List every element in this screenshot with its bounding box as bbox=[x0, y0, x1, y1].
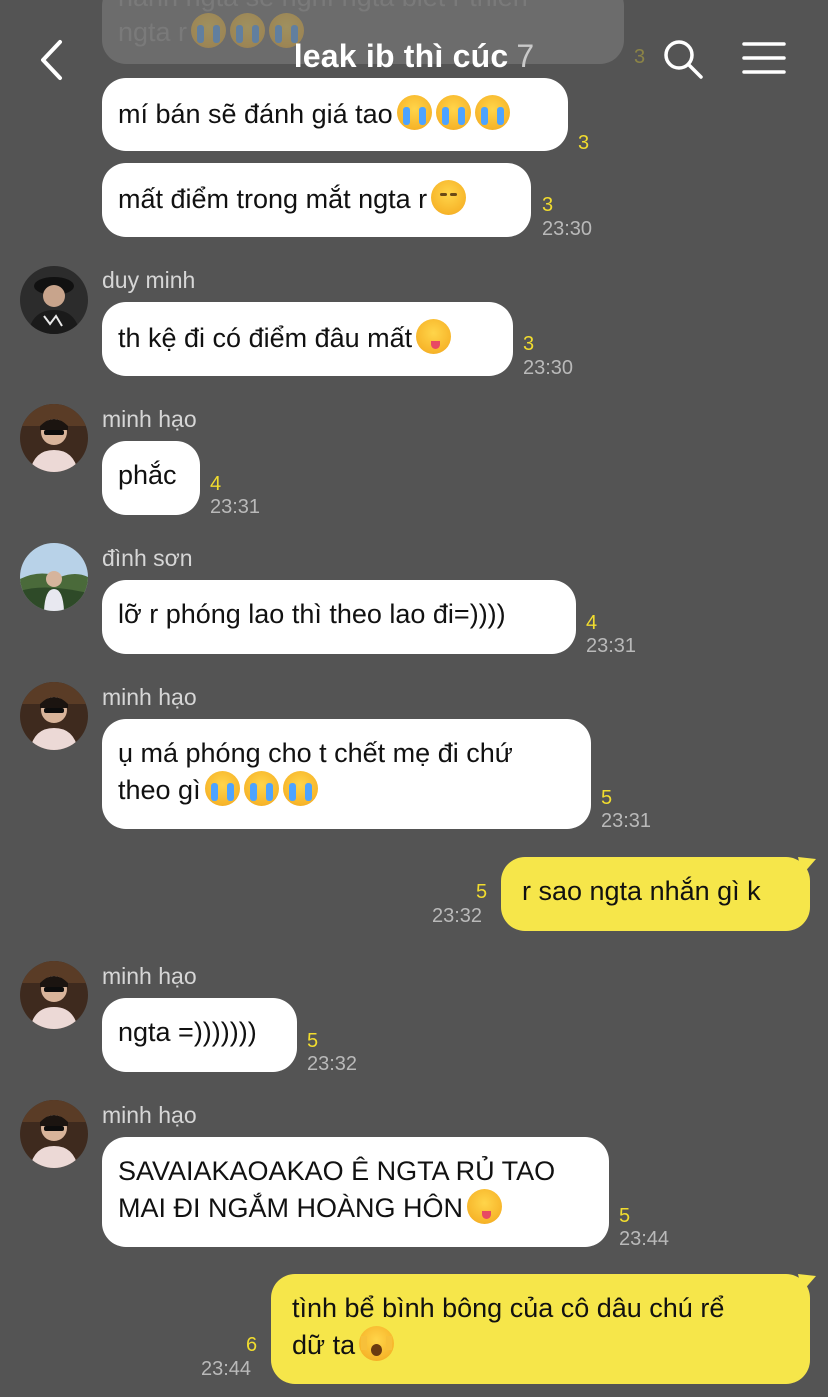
avatar[interactable] bbox=[20, 404, 88, 472]
message-time: 23:44 bbox=[201, 1358, 252, 1380]
yum-face-icon bbox=[467, 1189, 503, 1224]
message-bubble[interactable]: ngta =))))))) bbox=[102, 998, 297, 1072]
message-time: 23:31 bbox=[210, 496, 261, 518]
chat-header: leak ib thì cúc 7 bbox=[0, 0, 828, 110]
search-button[interactable] bbox=[660, 36, 706, 82]
menu-button[interactable] bbox=[740, 40, 788, 80]
unread-count: 5 bbox=[619, 1205, 631, 1227]
message-time: 23:30 bbox=[542, 218, 593, 240]
message-text: MAI ĐI NGẮM HOÀNG HÔN bbox=[118, 1189, 593, 1226]
message-bubble-outgoing[interactable]: r sao ngta nhắn gì k bbox=[501, 857, 810, 931]
message-text: mất điểm trong mắt ngta r bbox=[118, 184, 428, 214]
message-text: ụ má phóng cho t chết mẹ đi chứ bbox=[118, 738, 513, 768]
message-bubble[interactable]: ụ má phóng cho t chết mẹ đi chứ theo gì bbox=[102, 719, 591, 829]
avatar[interactable] bbox=[20, 266, 88, 334]
message-bubble[interactable]: th kệ đi có điểm đâu mất bbox=[102, 302, 513, 376]
avatar[interactable] bbox=[20, 1100, 88, 1168]
message-bubble[interactable]: lỡ r phóng lao thì theo lao đi=)))) bbox=[102, 580, 576, 654]
avatar-photo bbox=[20, 1100, 88, 1168]
unread-count: 4 bbox=[586, 612, 598, 634]
avatar-photo bbox=[20, 266, 88, 334]
shocked-face-icon bbox=[359, 1326, 395, 1361]
message-text: theo gì bbox=[118, 771, 575, 808]
avatar-photo bbox=[20, 682, 88, 750]
unread-count: 4 bbox=[210, 473, 222, 495]
message-bubble[interactable]: mất điểm trong mắt ngta r bbox=[102, 163, 531, 237]
crying-face-icon bbox=[204, 771, 240, 806]
unread-count: 3 bbox=[542, 194, 554, 216]
unread-count: 3 bbox=[523, 333, 535, 355]
message-time: 23:31 bbox=[586, 635, 637, 657]
search-icon bbox=[664, 40, 703, 79]
message-bubble[interactable]: phắc bbox=[102, 441, 200, 515]
sender-name: minh hạo bbox=[102, 963, 197, 989]
message-time: 23:30 bbox=[523, 357, 574, 379]
crying-face-icon bbox=[282, 771, 318, 806]
message-text: SAVAIAKAOAKAO Ê NGTA RỦ TAO bbox=[118, 1156, 556, 1186]
unread-count: 5 bbox=[476, 881, 488, 903]
bubble-tail bbox=[798, 1274, 816, 1292]
message-text: th kệ đi có điểm đâu mất bbox=[118, 323, 413, 353]
message-text: phắc bbox=[118, 460, 177, 490]
message-time: 23:44 bbox=[619, 1228, 670, 1250]
sender-name: minh hạo bbox=[102, 684, 197, 710]
sender-name: đình sơn bbox=[102, 545, 193, 571]
group-name: leak ib thì cúc bbox=[293, 38, 509, 74]
message-text: tình bể bình bông của cô dâu chú rể bbox=[292, 1293, 725, 1323]
avatar-photo bbox=[20, 543, 88, 611]
yum-face-icon bbox=[416, 319, 452, 354]
message-bubble[interactable]: SAVAIAKAOAKAO Ê NGTA RỦ TAO MAI ĐI NGẮM … bbox=[102, 1137, 609, 1247]
bubble-tail bbox=[798, 857, 816, 875]
member-count: 7 bbox=[516, 38, 535, 74]
avatar-photo bbox=[20, 961, 88, 1029]
message-text: ngta =))))))) bbox=[118, 1017, 257, 1047]
avatar-photo bbox=[20, 404, 88, 472]
sender-name: duy minh bbox=[102, 267, 196, 293]
unread-count: 5 bbox=[601, 787, 613, 809]
message-time: 23:31 bbox=[601, 810, 652, 832]
avatar[interactable] bbox=[20, 543, 88, 611]
sender-name: minh hạo bbox=[102, 406, 197, 432]
avatar[interactable] bbox=[20, 682, 88, 750]
message-bubble-outgoing[interactable]: tình bể bình bông của cô dâu chú rể dữ t… bbox=[271, 1274, 810, 1384]
avatar[interactable] bbox=[20, 961, 88, 1029]
sender-name: minh hạo bbox=[102, 1102, 197, 1128]
menu-icon bbox=[742, 42, 786, 74]
disappointed-face-icon bbox=[431, 180, 467, 215]
unread-count: 5 bbox=[307, 1030, 319, 1052]
chat-screen: hành ngta sẽ nghĩ ngta biết r thiên ngta… bbox=[0, 0, 828, 1397]
message-time: 23:32 bbox=[307, 1053, 358, 1075]
unread-count: 3 bbox=[578, 132, 590, 154]
message-time: 23:32 bbox=[432, 905, 483, 927]
unread-count: 6 bbox=[246, 1334, 258, 1356]
message-text: dữ ta bbox=[292, 1326, 794, 1363]
message-text: r sao ngta nhắn gì k bbox=[522, 876, 761, 906]
crying-face-icon bbox=[243, 771, 279, 806]
message-text: lỡ r phóng lao thì theo lao đi=)))) bbox=[118, 599, 506, 629]
